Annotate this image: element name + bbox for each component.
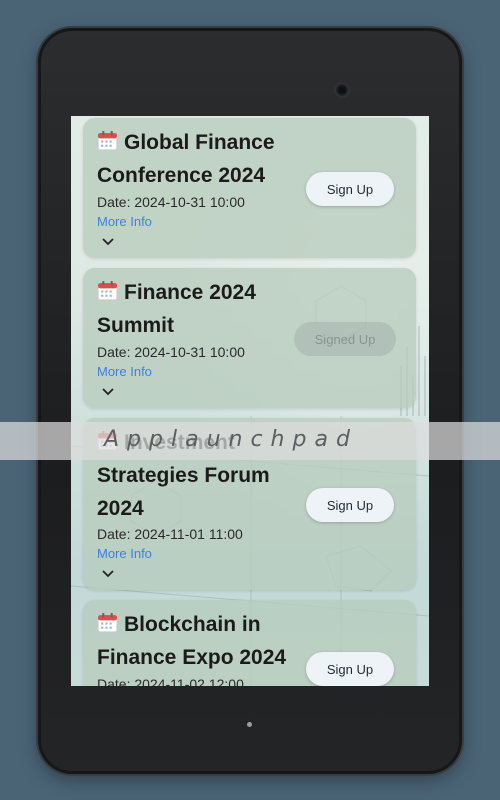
event-title-text: Global Finance Conference 2024: [97, 131, 275, 187]
sign-up-button[interactable]: Sign Up: [306, 488, 394, 522]
calendar-icon: [97, 281, 118, 301]
watermark-banner: Applaunchpad: [0, 422, 500, 460]
chevron-down-icon[interactable]: [101, 237, 115, 247]
event-date: Date: 2024-10-31 10:00: [97, 194, 245, 210]
event-title-text: Blockchain in Finance Expo 2024: [97, 613, 287, 669]
event-date: Date: 2024-10-31 10:00: [97, 344, 245, 360]
event-title-text: Finance 2024 Summit: [97, 281, 256, 337]
event-title: Finance 2024 Summit: [97, 276, 297, 342]
event-title: Blockchain in Finance Expo 2024: [97, 608, 297, 674]
calendar-icon: [97, 613, 118, 633]
event-card: Finance 2024 Summit Date: 2024-10-31 10:…: [83, 268, 416, 408]
more-info-link[interactable]: More Info: [97, 214, 152, 229]
more-info-link[interactable]: More Info: [97, 546, 152, 561]
event-date: Date: 2024-11-01 11:00: [97, 526, 243, 542]
sign-up-button[interactable]: Sign Up: [306, 172, 394, 206]
event-title: Global Finance Conference 2024: [97, 126, 297, 192]
device-indicator-dot: [247, 722, 252, 727]
more-info-link[interactable]: More Info: [97, 364, 152, 379]
event-card: Blockchain in Finance Expo 2024 Date: 20…: [83, 600, 416, 686]
event-card: Global Finance Conference 2024 Date: 202…: [83, 118, 416, 258]
front-camera: [336, 84, 348, 96]
sign-up-button[interactable]: Sign Up: [306, 652, 394, 686]
app-screen: Global Finance Conference 2024 Date: 202…: [71, 116, 429, 686]
watermark-text: Applaunchpad: [104, 427, 358, 452]
event-date: Date: 2024-11-02 12:00: [97, 676, 244, 686]
signed-up-button[interactable]: Signed Up: [294, 322, 396, 356]
calendar-icon: [97, 131, 118, 151]
chevron-down-icon[interactable]: [101, 387, 115, 397]
chevron-down-icon[interactable]: [101, 569, 115, 579]
